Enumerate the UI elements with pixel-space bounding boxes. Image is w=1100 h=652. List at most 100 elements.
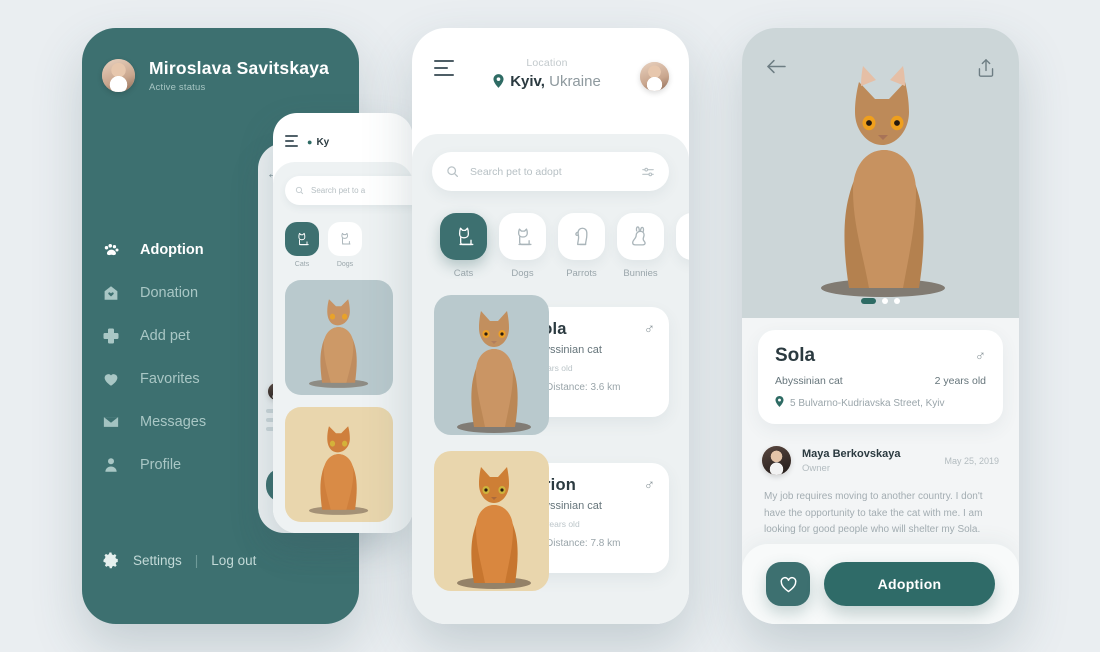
carousel-dot[interactable] xyxy=(894,298,900,304)
pet-breed: Abyssinian cat xyxy=(775,375,843,387)
sidebar-item-label: Add pet xyxy=(140,327,190,344)
pet-breed: Abyssinian cat xyxy=(531,500,602,512)
category-list: Cats Dogs xyxy=(273,205,413,268)
pet-age: 1.5 years old xyxy=(531,519,580,529)
category-box xyxy=(440,213,487,260)
category-label: Bunnies xyxy=(623,268,658,279)
adoption-button-label: Adoption xyxy=(877,576,942,592)
dog-icon xyxy=(341,232,351,245)
pet-name: Sola xyxy=(775,345,816,366)
sidebar-item-label: Adoption xyxy=(140,241,204,258)
location-label[interactable]: ● Ky xyxy=(307,137,329,148)
action-bar: Adoption xyxy=(742,544,1019,624)
carousel-dots[interactable] xyxy=(742,298,1019,304)
pet-hero-image xyxy=(742,28,1019,318)
category-box xyxy=(499,213,546,260)
category-item-dogs[interactable]: Dogs xyxy=(499,213,546,279)
menu-header: Miroslava Savitskaya Active status xyxy=(82,28,359,93)
owner-row[interactable]: Maya Berkovskaya Owner May 25, 2019 xyxy=(742,424,1019,475)
paw-icon xyxy=(102,241,120,259)
pet-photo[interactable] xyxy=(434,295,549,435)
owner-name: Maya Berkovskaya xyxy=(802,447,901,460)
category-label: Ho xyxy=(676,268,689,279)
pet-distance-text: Distance: 3.6 km xyxy=(546,381,621,393)
sidebar-footer: Settings | Log out xyxy=(102,551,256,569)
owner-role: Owner xyxy=(802,462,830,474)
category-dogs[interactable] xyxy=(328,221,362,256)
pet-photo[interactable] xyxy=(285,406,393,522)
mock-body: Search pet to a Cats Dogs xyxy=(273,161,413,533)
hamburger-icon[interactable] xyxy=(285,135,298,150)
settings-link[interactable]: Settings xyxy=(133,553,182,568)
category-cats[interactable] xyxy=(285,221,319,256)
avatar[interactable] xyxy=(102,59,135,92)
category-item-horses[interactable]: Ho xyxy=(676,213,689,279)
post-date: May 25, 2019 xyxy=(944,455,999,466)
person-icon xyxy=(102,456,120,474)
foreground-mock-phone: ● Ky Search pet to a Cats Dogs xyxy=(273,113,413,533)
hamburger-icon[interactable] xyxy=(434,60,454,81)
list-header: Location Kyiv, Ukraine xyxy=(412,28,689,91)
sidebar-item-label: Profile xyxy=(140,456,182,473)
location-block: Location Kyiv, Ukraine xyxy=(464,57,630,90)
envelope-icon xyxy=(102,413,120,431)
heart-icon xyxy=(780,576,796,592)
user-name: Miroslava Savitskaya xyxy=(149,58,330,78)
pet-list-item[interactable]: Sola ♂ Abyssinian cat 2 years old Distan… xyxy=(412,295,689,435)
search-input[interactable]: Search pet to adopt xyxy=(432,152,669,191)
sidebar-item-label: Messages xyxy=(140,413,207,430)
pet-detail-card: Sola ♂ Abyssinian cat 2 years old 5 Bulv… xyxy=(758,330,1003,424)
pet-breed: Abyssinian cat xyxy=(531,344,602,356)
male-symbol: ♂ xyxy=(974,347,986,365)
location-country: Ukraine xyxy=(549,73,601,90)
carousel-dot-active[interactable] xyxy=(861,298,876,304)
user-status: Active status xyxy=(149,82,206,93)
list-phone-panel: Location Kyiv, Ukraine Search pet to ado… xyxy=(412,28,689,624)
plus-icon xyxy=(102,327,120,345)
category-label: Cats xyxy=(453,268,474,279)
search-placeholder: Search pet to a xyxy=(311,185,366,195)
parrot-icon xyxy=(574,227,587,245)
category-label: Dogs xyxy=(511,268,534,279)
carousel-dot[interactable] xyxy=(882,298,888,304)
category-item-parrots[interactable]: Parrots xyxy=(558,213,605,279)
filter-sliders-icon xyxy=(642,167,654,176)
dog-icon xyxy=(517,227,532,245)
sidebar-item-label: Donation xyxy=(140,284,199,301)
hero-cat-photo xyxy=(820,66,945,297)
search-placeholder: Search pet to adopt xyxy=(470,165,562,178)
search-input[interactable]: Search pet to a xyxy=(285,175,413,205)
adoption-button[interactable]: Adoption xyxy=(824,562,995,606)
pet-distance-text: Distance: 7.8 km xyxy=(546,537,621,549)
gear-icon xyxy=(102,551,120,569)
footer-separator: | xyxy=(194,552,199,568)
back-arrow-icon[interactable] xyxy=(766,58,787,83)
favorite-button[interactable] xyxy=(766,562,810,606)
category-box xyxy=(558,213,605,260)
sidebar-item-label: Favorites xyxy=(140,370,200,387)
pet-distance: Distance: 3.6 km xyxy=(531,380,669,394)
search-icon xyxy=(447,166,458,177)
location-value[interactable]: Kyiv, Ukraine xyxy=(464,73,630,90)
bunny-icon xyxy=(631,225,646,246)
avatar[interactable] xyxy=(640,62,669,91)
male-symbol: ♂ xyxy=(643,321,655,338)
pet-photo[interactable] xyxy=(285,279,393,395)
location-city: Ky xyxy=(316,136,330,148)
horse-icon xyxy=(686,223,690,251)
pet-photo[interactable] xyxy=(434,451,549,591)
category-label: Dogs xyxy=(336,260,354,268)
mock-header: ● Ky xyxy=(273,113,413,150)
pet-description: My job requires moving to another countr… xyxy=(764,491,983,535)
category-label: Cats xyxy=(294,260,310,268)
pet-list-item[interactable]: Orion ♂ Abyssinian cat 1.5 years old Dis… xyxy=(412,451,689,591)
avatar[interactable] xyxy=(762,446,791,475)
category-box xyxy=(676,213,689,260)
pet-address-text: 5 Bulvarno-Kudriavska Street, Kyiv xyxy=(790,397,945,409)
category-item-cats[interactable]: Cats xyxy=(440,213,487,279)
category-item-bunnies[interactable]: Bunnies xyxy=(617,213,664,279)
list-content: Search pet to adopt Cats Dogs Parrots Bu… xyxy=(412,134,689,624)
heart-icon xyxy=(102,370,120,388)
share-upload-icon[interactable] xyxy=(977,58,995,83)
logout-link[interactable]: Log out xyxy=(211,553,256,568)
